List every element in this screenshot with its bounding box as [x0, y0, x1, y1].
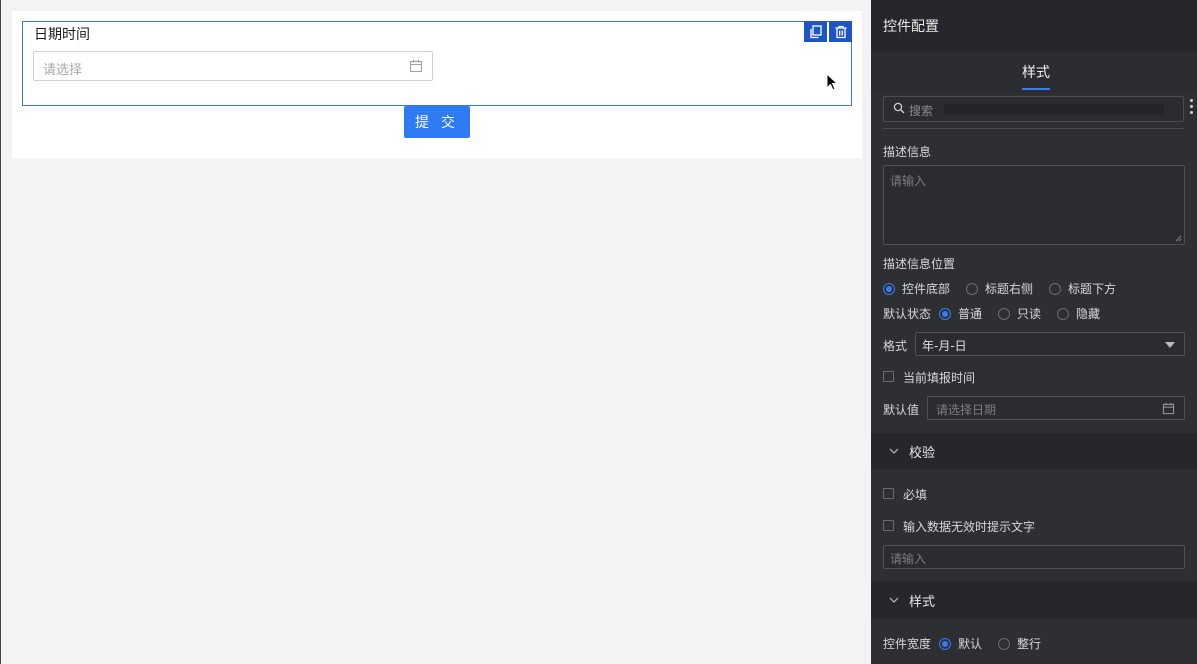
- radio-selected[interactable]: [939, 637, 952, 650]
- config-panel: 控件配置 样式 搜索 描述信息 请输入 描述信息位置 控件底部 标题右侧 标题下…: [871, 0, 1197, 664]
- radio[interactable]: [998, 637, 1011, 650]
- desc-position-below[interactable]: 标题下方: [1049, 280, 1116, 297]
- default-value-label: 默认值: [883, 403, 920, 417]
- copy-icon: [809, 24, 822, 38]
- format-select[interactable]: 年-月-日: [915, 332, 1185, 356]
- width-default[interactable]: 默认: [939, 635, 982, 652]
- chevron-down-icon: [889, 597, 899, 603]
- cursor-icon: [826, 73, 838, 91]
- dropdown-arrow-icon: [1165, 342, 1175, 348]
- datetime-widget[interactable]: 日期时间 请选择: [22, 21, 852, 106]
- widget-title: 日期时间: [34, 27, 90, 43]
- desc-position-right[interactable]: 标题右侧: [966, 280, 1033, 297]
- search-input[interactable]: 搜索: [883, 96, 1184, 122]
- style-section-title: 样式: [909, 594, 936, 610]
- state-hidden[interactable]: 隐藏: [1057, 305, 1100, 322]
- chevron-down-icon: [889, 448, 899, 454]
- invalid-text-label: 输入数据无效时提示文字: [903, 520, 1036, 534]
- current-time-checkbox[interactable]: [883, 371, 894, 382]
- current-time-label: 当前填报时间: [903, 371, 976, 385]
- widget-toolbar: [804, 21, 852, 42]
- radio[interactable]: [998, 307, 1011, 320]
- desc-position-label: 描述信息位置: [883, 257, 956, 271]
- search-row: 搜索: [871, 92, 1197, 128]
- invalid-text-input[interactable]: 请输入: [883, 545, 1185, 569]
- default-state-group: 默认状态 普通 只读 隐藏: [883, 305, 1116, 322]
- default-value-input[interactable]: 请选择日期: [927, 396, 1185, 420]
- radio[interactable]: [1049, 282, 1062, 295]
- invalid-text-checkbox[interactable]: [883, 520, 894, 531]
- default-value-placeholder: 请选择日期: [936, 403, 997, 417]
- search-icon: [893, 102, 905, 114]
- config-tabs: 样式: [871, 52, 1197, 92]
- radio-selected[interactable]: [883, 282, 895, 295]
- desc-position-group: 控件底部 标题右侧 标题下方: [883, 280, 1132, 297]
- copy-button[interactable]: [804, 21, 827, 42]
- radio[interactable]: [1057, 307, 1070, 320]
- tab-style[interactable]: 样式: [1022, 62, 1050, 82]
- config-header: 控件配置: [871, 0, 1197, 52]
- validation-title: 校验: [909, 445, 936, 461]
- default-state-label: 默认状态: [883, 307, 932, 321]
- style-section-header[interactable]: 样式: [871, 582, 1197, 618]
- desc-label: 描述信息: [883, 145, 932, 159]
- state-readonly[interactable]: 只读: [998, 305, 1041, 322]
- width-label: 控件宽度: [883, 637, 932, 651]
- delete-button[interactable]: [829, 21, 852, 42]
- tab-active-indicator: [1022, 88, 1050, 90]
- state-normal[interactable]: 普通: [939, 305, 982, 322]
- form-canvas: 日期时间 请选择 提 交: [0, 0, 871, 664]
- validation-section-header[interactable]: 校验: [871, 433, 1197, 469]
- width-full[interactable]: 整行: [998, 635, 1041, 652]
- required-label: 必填: [903, 488, 928, 502]
- calendar-icon: [1162, 402, 1175, 415]
- date-placeholder: 请选择: [43, 63, 83, 78]
- submit-button[interactable]: 提 交: [404, 106, 470, 138]
- form-panel: 日期时间 请选择 提 交: [12, 11, 862, 158]
- more-icon[interactable]: [1188, 99, 1194, 114]
- format-label: 格式: [883, 339, 908, 353]
- search-placeholder: 搜索: [909, 104, 934, 118]
- desc-placeholder: 请输入: [890, 174, 927, 188]
- invalid-text-placeholder: 请输入: [890, 552, 927, 566]
- date-picker-input[interactable]: 请选择: [33, 51, 433, 81]
- desc-position-bottom[interactable]: 控件底部: [883, 280, 950, 297]
- radio-selected[interactable]: [939, 307, 952, 320]
- search-field-fill: [944, 104, 1164, 114]
- desc-textarea[interactable]: 请输入: [883, 165, 1185, 245]
- divider: [883, 128, 1184, 129]
- config-title: 控件配置: [883, 19, 939, 35]
- required-checkbox[interactable]: [883, 488, 894, 499]
- format-value: 年-月-日: [922, 339, 967, 353]
- calendar-icon: [409, 60, 423, 73]
- width-group: 控件宽度 默认 整行: [883, 635, 1057, 652]
- delete-icon: [835, 25, 846, 38]
- radio[interactable]: [966, 282, 979, 295]
- resize-grip-icon[interactable]: [1175, 235, 1182, 242]
